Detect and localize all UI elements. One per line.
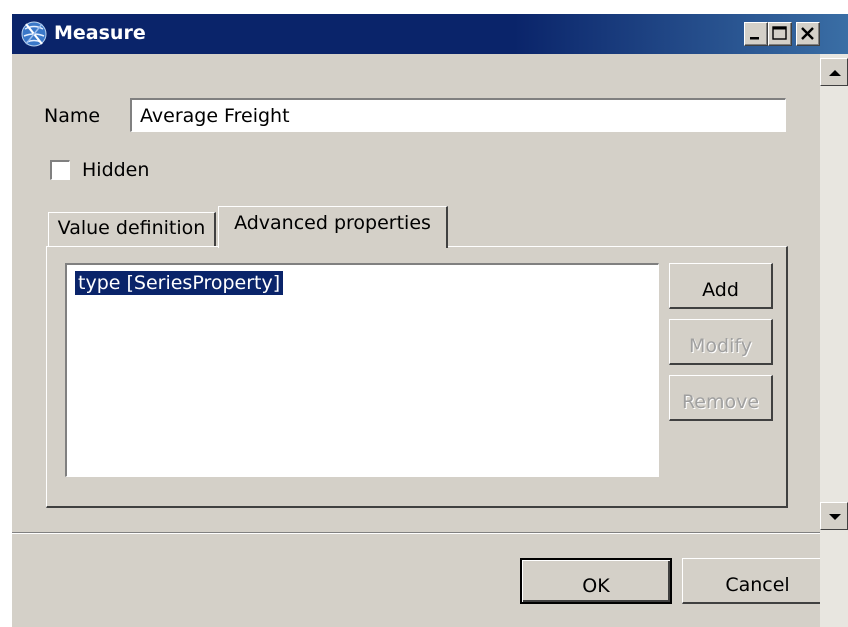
maximize-button[interactable] bbox=[768, 22, 792, 46]
app-globe-icon bbox=[20, 20, 48, 48]
minimize-button[interactable] bbox=[744, 22, 768, 46]
hidden-label[interactable]: Hidden bbox=[82, 159, 149, 181]
vertical-scrollbar[interactable] bbox=[820, 54, 848, 627]
title-bar[interactable]: Measure bbox=[12, 14, 848, 54]
footer-separator bbox=[12, 532, 820, 534]
add-button[interactable]: Add bbox=[669, 263, 773, 309]
scroll-up-button[interactable] bbox=[820, 58, 848, 86]
maximize-icon bbox=[772, 26, 787, 40]
measure-dialog: Measure Name Hidden Value definition Adv… bbox=[12, 14, 848, 627]
modify-button[interactable]: Modify bbox=[669, 319, 773, 365]
name-input[interactable] bbox=[130, 98, 786, 132]
remove-button[interactable]: Remove bbox=[669, 375, 773, 421]
tab-value-definition[interactable]: Value definition bbox=[48, 212, 216, 246]
cancel-button[interactable]: Cancel bbox=[682, 558, 834, 604]
hidden-checkbox[interactable] bbox=[50, 160, 70, 180]
minimize-icon bbox=[750, 37, 759, 40]
dialog-client: Name Hidden Value definition Advanced pr… bbox=[12, 54, 848, 627]
advanced-properties-panel: type [SeriesProperty] Add Modify Remove bbox=[46, 246, 788, 508]
arrow-down-icon bbox=[829, 514, 841, 520]
close-icon bbox=[801, 27, 814, 40]
window-title: Measure bbox=[54, 22, 146, 44]
properties-list[interactable]: type [SeriesProperty] bbox=[65, 263, 659, 477]
list-item[interactable]: type [SeriesProperty] bbox=[73, 270, 285, 296]
tab-advanced-properties[interactable]: Advanced properties bbox=[218, 206, 448, 248]
ok-button[interactable]: OK bbox=[520, 558, 672, 604]
close-button[interactable] bbox=[796, 22, 820, 46]
name-label: Name bbox=[44, 105, 101, 127]
scroll-down-button[interactable] bbox=[820, 502, 848, 530]
arrow-up-icon bbox=[829, 70, 841, 76]
